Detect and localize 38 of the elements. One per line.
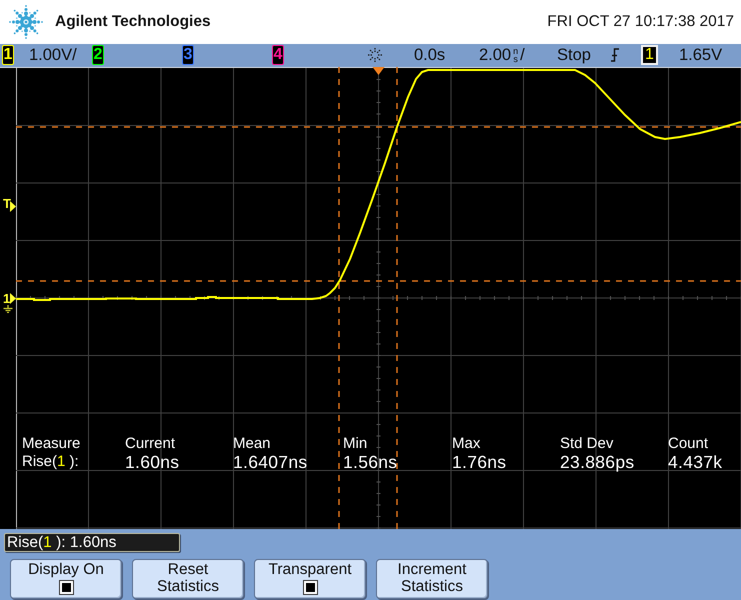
column-header: Current: [125, 435, 176, 453]
channel-badge[interactable]: 3: [182, 45, 194, 65]
date-time: FRI OCT 27 10:17:38 2017: [547, 13, 734, 31]
column-header: Measure: [22, 435, 82, 453]
run-state: Stop: [557, 46, 591, 64]
softkey[interactable]: Increment Statistics: [376, 559, 488, 599]
measurement-value: 1.76ns: [452, 453, 508, 471]
channel-badge[interactable]: 2: [92, 45, 104, 65]
softkey[interactable]: Reset Statistics: [132, 559, 244, 599]
measurement-value: 1.60ns: [125, 453, 180, 471]
softkey[interactable]: Transparent: [254, 559, 366, 599]
channel-badge[interactable]: 1: [2, 45, 14, 65]
starburst-icon: [367, 47, 383, 63]
measurement-value: 1.6407ns: [233, 453, 308, 471]
column-header: Max: [452, 435, 482, 453]
column-header: Count: [668, 435, 710, 453]
trigger-source-badge[interactable]: 1: [641, 45, 658, 65]
measurement-readout: Rise(1 ): 1.60ns: [4, 533, 180, 552]
measurement-value: 23.886ps: [560, 453, 636, 471]
trigger-level: 1.65V: [679, 46, 722, 64]
vertical-scale: 1.00V/: [29, 46, 77, 64]
trigger-level-marker: T: [3, 197, 11, 210]
ground-marker: 1: [3, 292, 10, 305]
marker-arrow-icon: [10, 293, 16, 304]
time-delay: 0.0s: [414, 46, 446, 64]
marker-arrow-icon: [10, 201, 16, 212]
ground-icon: [3, 305, 13, 313]
spark-logo-icon: [8, 4, 44, 40]
brand-name: Agilent Technologies: [55, 13, 211, 31]
measurement-label: Rise(1 ):: [22, 453, 80, 471]
rising-edge-icon: [610, 48, 620, 62]
channel-badge[interactable]: 4: [272, 45, 284, 65]
measurement-value: 4.437k: [668, 453, 724, 471]
column-header: Mean: [233, 435, 272, 453]
column-header: Min: [343, 435, 368, 453]
column-header: Std Dev: [560, 435, 614, 453]
measurement-value: 1.56ns: [343, 453, 398, 471]
softkey[interactable]: Display On: [10, 559, 122, 599]
